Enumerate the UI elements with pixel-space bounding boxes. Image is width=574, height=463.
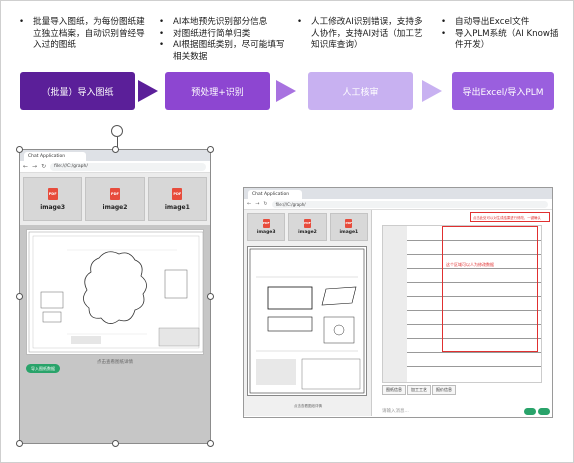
thumbnail-item[interactable]: PDF image2: [288, 213, 327, 241]
bullet-item: 自动导出Excel文件: [441, 17, 565, 29]
bullet-column-preprocess: AI本地预先识别部分信息 对图纸进行简单归类 AI根据图纸类别，尽可能填写相关数…: [159, 17, 289, 63]
pdf-icon: PDF: [47, 187, 58, 200]
bullet-column-import: 批量导入图纸，为每份图纸建立独立档案，自动识别曾经导入过的图纸: [19, 17, 151, 52]
thumbnail-label: image1: [164, 203, 190, 211]
thumbnail-label: image2: [298, 230, 317, 235]
thumbnail-item[interactable]: PDF image3: [247, 213, 286, 241]
rotate-handle-icon[interactable]: [111, 125, 123, 137]
pdf-icon: PDF: [262, 219, 270, 228]
send-button[interactable]: [524, 408, 536, 415]
bottom-tabs: 图纸信息 加工工艺 报价信息: [382, 385, 456, 395]
resize-handle[interactable]: [16, 146, 23, 153]
pdf-icon: PDF: [303, 219, 311, 228]
confirm-button[interactable]: [538, 408, 550, 415]
chat-input[interactable]: 请输入消息...: [382, 408, 409, 414]
reload-icon[interactable]: ↻: [41, 163, 46, 170]
arrow-right-icon: [138, 80, 158, 102]
process-slide: 批量导入图纸，为每份图纸建立独立档案，自动识别曾经导入过的图纸 AI本地预先识别…: [0, 0, 574, 463]
resize-handle[interactable]: [16, 440, 23, 447]
resize-handle[interactable]: [207, 440, 214, 447]
arrow-right-icon: [422, 80, 442, 102]
thumbnail-label: image3: [40, 203, 66, 211]
bullet-item: 导入PLM系统（AI Know插件开发）: [441, 29, 565, 52]
resize-handle[interactable]: [112, 440, 119, 447]
resize-handle[interactable]: [207, 146, 214, 153]
resize-handle[interactable]: [112, 146, 119, 153]
pdf-icon: PDF: [109, 187, 120, 200]
bullet-column-review: 人工修改AI识别错误，支持多人协作，支持AI对话（加工艺知识库查询）: [297, 17, 427, 52]
reload-icon[interactable]: ↻: [263, 201, 267, 207]
back-icon[interactable]: ←: [23, 163, 28, 170]
thumbnail-label: image1: [339, 230, 359, 235]
browser-urlbar: ← → ↻ file:///C:/graph/: [244, 199, 552, 210]
thumbnail-item[interactable]: PDF image2: [85, 177, 145, 221]
resize-handle[interactable]: [16, 293, 23, 300]
tab-drawing-info[interactable]: 图纸信息: [382, 385, 406, 395]
pdf-icon: PDF: [345, 219, 353, 228]
bullet-column-export: 自动导出Excel文件 导入PLM系统（AI Know插件开发）: [441, 17, 565, 52]
arrow-right-icon: [276, 80, 296, 102]
resize-handle[interactable]: [207, 293, 214, 300]
thumbnail-item[interactable]: PDF image3: [23, 177, 83, 221]
tab-quote[interactable]: 报价信息: [432, 385, 456, 395]
pdf-icon: PDF: [172, 187, 183, 200]
step-export: 导出Excel/导入PLM: [452, 72, 554, 110]
technical-drawing-icon: [28, 231, 203, 353]
import-data-button[interactable]: 导入图纸数据: [26, 364, 60, 373]
annotation-top-text: 点击此处可以对生成结果进行修改、一键确认: [473, 216, 541, 220]
back-icon[interactable]: ←: [247, 201, 251, 207]
address-field[interactable]: file:///C:/graph/: [50, 162, 206, 171]
bullet-item: AI根据图纸类别，尽可能填写相关数据: [159, 40, 289, 63]
thumbnail-item[interactable]: PDF image1: [147, 177, 207, 221]
bullet-item: 对图纸进行简单归类: [159, 29, 289, 41]
image-thumbnails: PDF image3 PDF image2 PDF image1: [244, 210, 371, 244]
thumbnail-label: image2: [102, 203, 128, 211]
drawing-caption: 点击查看图纸详情: [294, 404, 322, 408]
browser-tab[interactable]: Chat Application: [24, 152, 86, 161]
browser-urlbar: ← → ↻ file:///C:/graph/: [20, 161, 210, 173]
tab-process[interactable]: 加工工艺: [407, 385, 431, 395]
thumbnail-label: image3: [256, 230, 276, 235]
step-import: （批量）导入图纸: [20, 72, 135, 110]
step-review: 人工核审: [308, 72, 413, 110]
table-row: [407, 366, 541, 367]
annotation-box-editable: [442, 226, 538, 352]
bullet-item: 批量导入图纸，为每份图纸建立独立档案，自动识别曾经导入过的图纸: [19, 17, 151, 52]
drawing-preview[interactable]: [247, 246, 367, 396]
technical-drawing-icon: [249, 248, 365, 394]
bullet-item: 人工修改AI识别错误，支持多人协作，支持AI对话（加工艺知识库查询）: [297, 17, 427, 52]
annotation-mid-text: 这个区域可以人为修改数据: [446, 262, 494, 267]
right-app-screenshot[interactable]: Chat Application ← → ↻ file:///C:/graph/…: [243, 187, 553, 418]
step-preprocess: 预处理+识别: [165, 72, 270, 110]
drawing-preview[interactable]: [26, 229, 204, 355]
image-thumbnails: PDF image3 PDF image2 PDF image1: [20, 173, 210, 225]
thumbnail-item[interactable]: PDF image1: [329, 213, 368, 241]
left-app-screenshot[interactable]: Chat Application ← → ↻ file:///C:/graph/…: [19, 149, 211, 444]
table-row-header: [383, 226, 407, 382]
browser-tab[interactable]: Chat Application: [248, 190, 302, 199]
bullet-item: AI本地预先识别部分信息: [159, 17, 289, 29]
forward-icon[interactable]: →: [32, 163, 37, 170]
table-row: [407, 352, 541, 353]
browser-tabbar: Chat Application: [244, 188, 552, 199]
address-field[interactable]: file:///C:/graph/: [271, 200, 548, 208]
forward-icon[interactable]: →: [255, 201, 259, 207]
drawing-pane: PDF image3 PDF image2 PDF image1 点击查看图纸详…: [244, 210, 372, 416]
